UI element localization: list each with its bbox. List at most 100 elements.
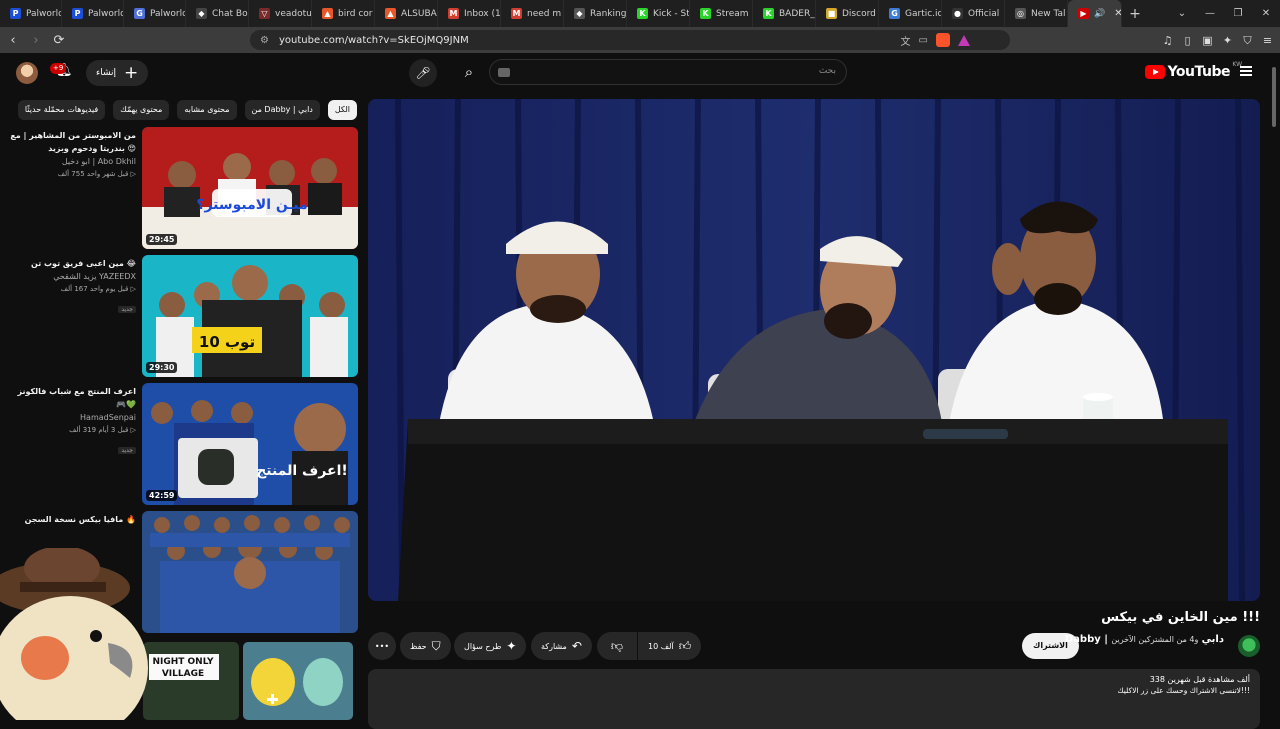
wallet-icon[interactable]: ▣	[1201, 34, 1214, 47]
media-icon[interactable]: ♫	[1161, 34, 1174, 47]
browser-tab[interactable]: ● Official	[942, 0, 1005, 27]
browser-tab[interactable]: ◆ Ranking	[564, 0, 627, 27]
tab-favicon-icon: G	[134, 8, 145, 19]
recommendation-title[interactable]: مين اعبى فريق توب تن 😂	[10, 257, 136, 270]
recommendation-item[interactable]: اعرف المنتج! 42:59 اعرف المنتج مع شباب فال…	[10, 383, 358, 505]
tab-label: veadotu	[275, 8, 312, 19]
menu-icon[interactable]: ≡	[1261, 34, 1274, 47]
browser-tab[interactable]: K Kick - St	[627, 0, 690, 27]
filter-chip[interactable]: محتوى يهمّك	[113, 100, 170, 120]
tab-label: need m	[527, 8, 562, 19]
cast-icon[interactable]: ▭	[919, 35, 928, 46]
video-thumbnail[interactable]: توب 10 29:30	[142, 255, 358, 377]
browser-tab[interactable]: ◆ Chat Bo	[186, 0, 249, 27]
recommendation-item[interactable]: ميـن الامبوستر؟ 29:45 من الامبوستر من المش…	[10, 127, 358, 249]
browser-tab[interactable]: P Palworld	[62, 0, 124, 27]
tab-close-icon[interactable]: ✕	[1114, 8, 1121, 19]
recommendation-channel[interactable]: يزيد الشقحي YAZEEDX	[10, 270, 136, 283]
filter-chip[interactable]: محتوى مشابه	[177, 100, 237, 120]
browser-tab[interactable]: ■ Discord	[816, 0, 879, 27]
url-field[interactable]: ⚙ youtube.com/watch?v=SkEOjMQ9JNM 文 ▭	[250, 30, 1010, 50]
browser-tab[interactable]: ▲ bird cor	[312, 0, 375, 27]
recommendation-meta: قبل شهر واحد 755 ألف ▷	[10, 168, 136, 181]
tab-search-icon[interactable]: ⌄	[1168, 8, 1196, 19]
description-box[interactable]: 338 ألف مشاهدة قبل شهرين لاتنسى الاشتراك…	[368, 669, 1260, 729]
search-input[interactable]: بحث	[489, 59, 847, 85]
like-count: 10 آلف	[648, 641, 674, 651]
browser-tab[interactable]: G Gartic.io	[879, 0, 942, 27]
browser-tab[interactable]: P Palworld	[0, 0, 62, 27]
avatar[interactable]	[16, 62, 38, 84]
minimize-icon[interactable]: —	[1196, 8, 1224, 19]
video-thumbnail[interactable]: اعرف المنتج! 42:59	[142, 383, 358, 505]
browser-tab[interactable]: ▲ ALSUBA	[375, 0, 438, 27]
tab-label: ALSUBA	[401, 8, 437, 19]
like-button[interactable]: 10 آلف 👍︎	[638, 632, 702, 660]
view-count: 319 ألف	[69, 426, 97, 434]
more-actions-button[interactable]: •••	[368, 632, 396, 660]
close-window-icon[interactable]: ✕	[1252, 8, 1280, 19]
tab-label: New Tal	[1031, 8, 1066, 19]
browser-tab[interactable]: K BADER_	[753, 0, 816, 27]
recommendation-title[interactable]: اعرف المنتج مع شباب فالكونز 🎮💚	[10, 385, 136, 411]
brave-shield-icon[interactable]	[936, 33, 950, 47]
create-button[interactable]: إنشاء +	[86, 60, 149, 86]
back-icon[interactable]: ‹	[3, 33, 23, 48]
restore-icon[interactable]: ❐	[1224, 8, 1252, 19]
filter-chip[interactable]: فيديوهات محمّلة حديثًا	[17, 100, 106, 120]
tab-favicon-icon: ◎	[1015, 8, 1026, 19]
translate-icon[interactable]: 文	[901, 33, 911, 48]
save-button[interactable]: حفظ ⛉	[400, 632, 451, 660]
forward-icon[interactable]: ›	[26, 33, 46, 48]
recommendation-info: مين اعبى فريق توب تن 😂 يزيد الشقحي YAZEED…	[10, 257, 136, 315]
share-label: مشاركة	[541, 641, 567, 651]
browser-tab[interactable]: K Stream	[690, 0, 753, 27]
description-text: لاتنسى الاشتراك وحسك على زر الاكليك!!!	[1117, 686, 1250, 695]
recommendation-title[interactable]: مافيا بيكس نسخة السجن 🔥	[10, 513, 136, 526]
recommendation-title[interactable]: من الامبوستر من المشاهير | مع بندريتا ود…	[10, 129, 136, 155]
filter-chip[interactable]: الكل	[327, 100, 357, 120]
webcam-overlay	[0, 548, 148, 720]
recommendation-item[interactable]: توب 10 29:30 مين اعبى فريق توب تن 😂 يزيد ال…	[10, 255, 358, 377]
site-info-icon[interactable]: ⚙	[260, 35, 269, 46]
channel-subscribers: و4 من المشتركين الآخرين	[1111, 635, 1199, 644]
new-tab-button[interactable]: +	[1122, 6, 1148, 22]
recommendation-channel[interactable]: HamadSenpai	[10, 411, 136, 424]
channel-avatar[interactable]	[1238, 635, 1260, 657]
recommendation-info: اعرف المنتج مع شباب فالكونز 🎮💚 HamadSenpa…	[10, 385, 136, 456]
video-thumbnail[interactable]	[142, 511, 358, 633]
ask-button[interactable]: طرح سؤال ✦	[454, 632, 527, 660]
recommendation-info: من الامبوستر من المشاهير | مع بندريتا ود…	[10, 129, 136, 181]
brave-rewards-icon[interactable]	[958, 34, 970, 46]
search-icon[interactable]: ⌕	[455, 59, 483, 85]
upload-age: قبل 3 أيام	[98, 426, 129, 434]
video-player[interactable]	[368, 99, 1260, 601]
vpn-icon[interactable]: ⛉	[1241, 34, 1254, 47]
share-button[interactable]: مشاركة ↶	[531, 632, 592, 660]
channel-info[interactable]: Dabby | دابي و4 من المشتركين الآخرين	[1065, 634, 1224, 645]
reload-icon[interactable]: ⟳	[49, 33, 69, 48]
duration-badge: 29:30	[146, 362, 178, 373]
tab-favicon-icon: ▽	[259, 8, 270, 19]
filter-chip[interactable]: من Dabby | دابي	[244, 100, 320, 120]
tab-label: Official	[968, 8, 1000, 19]
dislike-button[interactable]: 👎︎	[597, 632, 637, 660]
voice-search-icon[interactable]: 🎤︎	[409, 59, 437, 87]
browser-tab[interactable]: Mneed m	[501, 0, 564, 27]
recommendation-channel[interactable]: ابو دخيل | Abo Dkhil	[10, 155, 136, 168]
hamburger-menu-icon[interactable]	[1240, 66, 1252, 76]
browser-tab[interactable]: G Palworld	[124, 0, 186, 27]
browser-tab[interactable]: ◎ New Tal	[1005, 0, 1068, 27]
browser-tab-active[interactable]: ▶ 🔊 ✕	[1068, 0, 1122, 27]
video-thumbnail[interactable]: ميـن الامبوستر؟ 29:45	[142, 127, 358, 249]
page-scrollbar[interactable]	[1270, 57, 1278, 722]
sidebar-icon[interactable]: ▯	[1181, 34, 1194, 47]
tab-label: Ranking	[590, 8, 627, 19]
tab-audio-icon[interactable]: 🔊	[1094, 9, 1105, 19]
browser-tab[interactable]: M Inbox (1	[438, 0, 501, 27]
duration-badge: 42:59	[146, 490, 178, 501]
leo-icon[interactable]: ✦	[1221, 34, 1234, 47]
browser-tab[interactable]: ▽ veadotu	[249, 0, 312, 27]
youtube-logo[interactable]: YouTube KW	[1144, 61, 1242, 80]
keyboard-icon[interactable]	[498, 68, 510, 77]
